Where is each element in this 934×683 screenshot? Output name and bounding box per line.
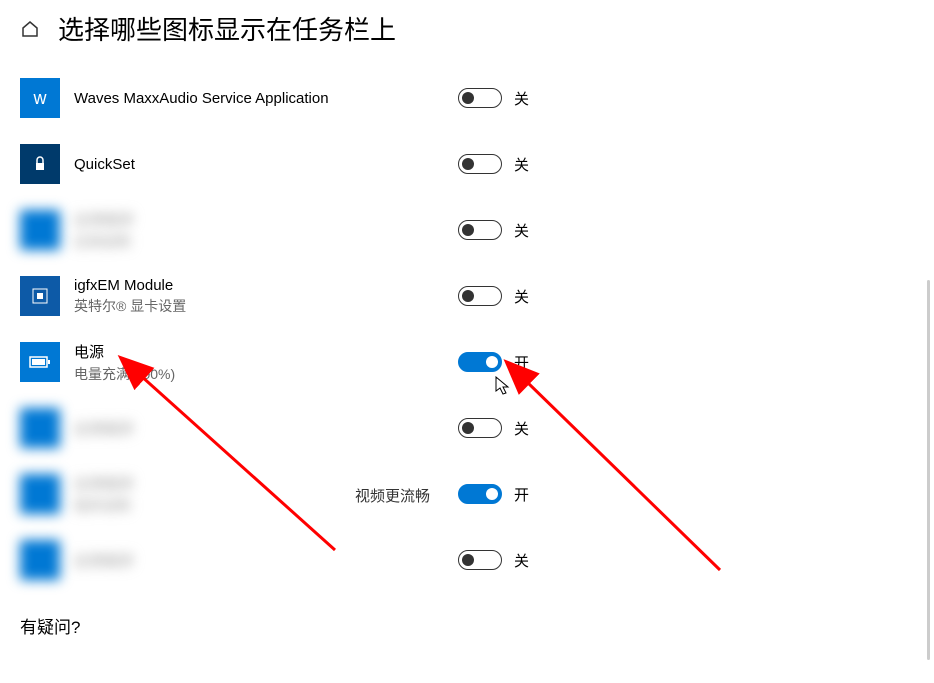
- toggle-switch[interactable]: [458, 484, 502, 504]
- toggle-state-label: 关: [514, 88, 529, 109]
- list-item[interactable]: QuickSet 关: [20, 131, 914, 197]
- toggle-switch[interactable]: [458, 154, 502, 174]
- toggle-state-label: 开: [514, 484, 529, 505]
- list-item[interactable]: 应用程序 关: [20, 395, 914, 461]
- toggle-switch[interactable]: [458, 352, 502, 372]
- toggle-container: 关: [458, 220, 529, 241]
- toggle-container: 开: [458, 484, 529, 505]
- toggle-switch[interactable]: [458, 550, 502, 570]
- app-icon-quickset: [20, 144, 60, 184]
- toggle-container: 关: [458, 550, 529, 571]
- item-text: Waves MaxxAudio Service Application: [74, 90, 444, 107]
- toggle-switch[interactable]: [458, 220, 502, 240]
- toggle-state-label: 关: [514, 286, 529, 307]
- overlay-video-text: 视频更流畅: [355, 485, 430, 506]
- toggle-switch[interactable]: [458, 286, 502, 306]
- header: 选择哪些图标显示在任务栏上: [0, 0, 934, 57]
- toggle-container: 开: [458, 352, 529, 373]
- list-item[interactable]: 应用程序 程序说明 开 视频更流畅: [20, 461, 914, 527]
- toggle-container: 关: [458, 286, 529, 307]
- item-label: 电源: [74, 341, 444, 362]
- item-text-blurred: 应用程序: [74, 418, 444, 439]
- scrollbar[interactable]: [927, 280, 930, 660]
- app-icon-intel: [20, 276, 60, 316]
- toggle-state-label: 关: [514, 154, 529, 175]
- toggle-container: 关: [458, 154, 529, 175]
- item-label: 应用程序: [74, 550, 444, 571]
- item-label: igfxEM Module: [74, 277, 444, 294]
- toggle-switch[interactable]: [458, 418, 502, 438]
- toggle-state-label: 关: [514, 220, 529, 241]
- toggle-container: 关: [458, 88, 529, 109]
- toggle-switch[interactable]: [458, 88, 502, 108]
- app-icon-blurred: [20, 540, 60, 580]
- item-text-blurred: 应用程序: [74, 550, 444, 571]
- list-item[interactable]: 应用程序 关: [20, 527, 914, 593]
- list-item[interactable]: 应用程序 应用说明 关: [20, 197, 914, 263]
- footer: 有疑问?: [0, 593, 934, 638]
- item-sublabel: 应用说明: [74, 232, 444, 252]
- list-item[interactable]: igfxEM Module 英特尔® 显卡设置 关: [20, 263, 914, 329]
- item-text-blurred: 应用程序 应用说明: [74, 209, 444, 252]
- item-sublabel: 电量充满(100%): [74, 364, 444, 384]
- item-label: 应用程序: [74, 209, 444, 230]
- item-text: 电源 电量充满(100%): [74, 341, 444, 384]
- list-item-power[interactable]: 电源 电量充满(100%) 开: [20, 329, 914, 395]
- app-icon-blurred: [20, 210, 60, 250]
- item-label: 应用程序: [74, 418, 444, 439]
- app-icon-blurred: [20, 408, 60, 448]
- page-title: 选择哪些图标显示在任务栏上: [58, 10, 396, 47]
- item-text: QuickSet: [74, 156, 444, 173]
- item-label: QuickSet: [74, 156, 444, 173]
- item-sublabel: 英特尔® 显卡设置: [74, 296, 444, 316]
- item-label: Waves MaxxAudio Service Application: [74, 90, 444, 107]
- toggle-state-label: 关: [514, 418, 529, 439]
- list-item[interactable]: w Waves MaxxAudio Service Application 关: [20, 65, 914, 131]
- item-text: igfxEM Module 英特尔® 显卡设置: [74, 277, 444, 316]
- toggle-container: 关: [458, 418, 529, 439]
- app-icon-power: [20, 342, 60, 382]
- toggle-state-label: 关: [514, 550, 529, 571]
- home-icon[interactable]: [20, 19, 40, 39]
- app-icon-blurred: [20, 474, 60, 514]
- footer-question: 有疑问?: [20, 618, 80, 637]
- taskbar-icon-list: w Waves MaxxAudio Service Application 关 …: [0, 57, 934, 593]
- toggle-state-label: 开: [514, 352, 529, 373]
- app-icon-waves: w: [20, 78, 60, 118]
